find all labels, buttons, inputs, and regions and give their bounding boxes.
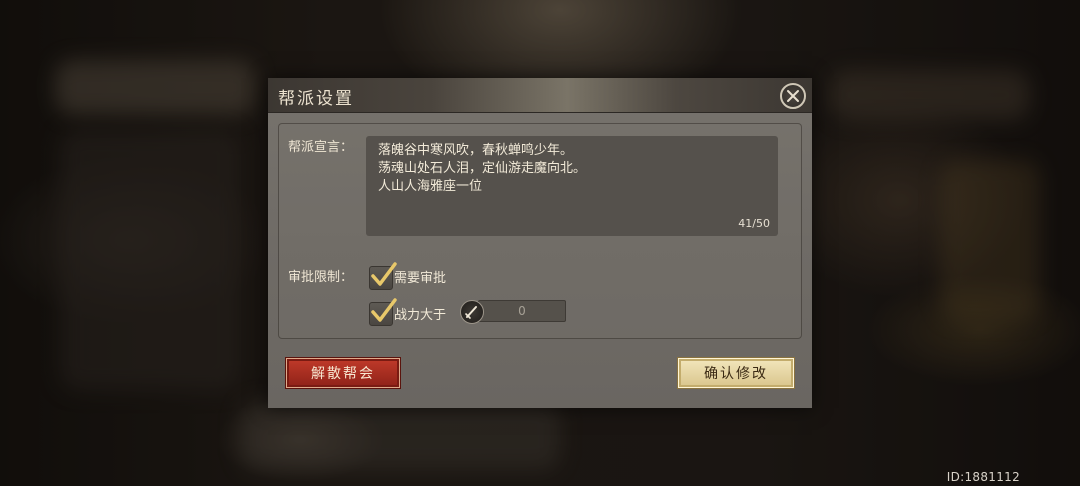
approval-label: 审批限制： [288,270,354,285]
require-approval-checkbox[interactable] [369,262,397,290]
declaration-line: 落魄谷中寒风吹，春秋蝉鸣少年。 [378,143,574,158]
declaration-textarea[interactable]: 落魄谷中寒风吹，春秋蝉鸣少年。 荡魂山处石人泪，定仙游走魔向北。 人山人海雅座一… [366,136,778,236]
power-limit-label: 战力大于 [394,308,447,323]
dialog-title-bar: 帮派设置 [268,78,812,113]
character-count: 41/50 [738,217,770,230]
sword-icon [465,306,477,319]
close-icon [787,90,799,102]
declaration-line: 荡魂山处石人泪，定仙游走魔向北。 [378,161,587,176]
guild-settings-dialog: 帮派设置 帮派宣言： 落魄谷中寒风吹，春秋蝉鸣少年。 荡魂山处石人泪，定仙游走魔… [268,78,812,408]
power-value-input[interactable]: 0 [478,300,566,322]
confirm-changes-button[interactable]: 确认修改 [678,358,794,388]
player-id: ID:1881112 [946,470,1020,484]
power-limit-checkbox[interactable] [369,298,397,326]
declaration-text: 落魄谷中寒风吹，春秋蝉鸣少年。 荡魂山处石人泪，定仙游走魔向北。 人山人海雅座一… [378,142,586,196]
declaration-label: 帮派宣言： [288,140,354,155]
power-icon [460,300,484,324]
require-approval-label: 需要审批 [394,271,447,286]
disband-guild-button[interactable]: 解散帮会 [286,358,400,388]
declaration-line: 人山人海雅座一位 [378,179,483,194]
close-button[interactable] [780,83,806,109]
dialog-title: 帮派设置 [278,89,354,109]
